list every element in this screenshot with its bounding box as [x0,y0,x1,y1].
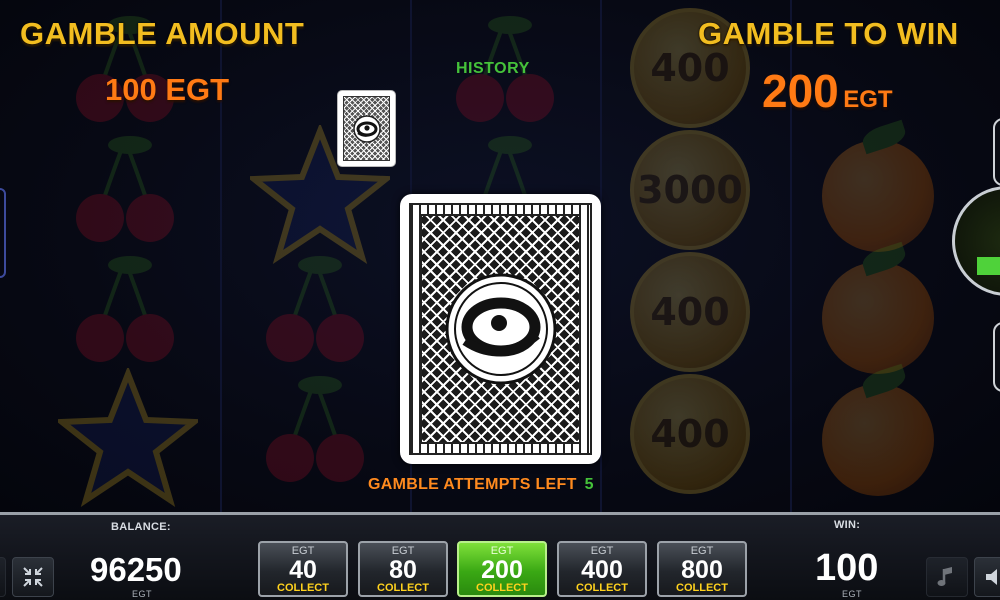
collect-button-label: COLLECT [277,582,329,594]
side-button-glyph [977,257,1000,275]
side-round-button[interactable] [952,186,1000,296]
gamble-card[interactable] [400,194,601,464]
balance-currency: EGT [132,589,153,599]
orange-symbol [822,262,934,374]
music-note-icon [937,567,952,586]
gamble-amount-number: 100 [105,72,157,107]
gamble-amount-currency: EGT [165,72,230,107]
win-currency: EGT [842,589,863,599]
sound-button[interactable] [974,557,1000,597]
egt-swirl-logo-icon [352,114,381,143]
left-edge-button[interactable] [0,188,6,278]
side-button-top[interactable] [993,118,1000,186]
coin-symbol: 400 [630,374,750,494]
gamble-amount-value: 100 EGT [105,72,229,108]
collect-button-value: 200 [481,556,523,584]
collect-button-value: 800 [681,556,723,584]
collect-button-value: 40 [289,556,317,584]
gamble-attempts-label: GAMBLE ATTEMPTS LEFT [368,476,577,493]
fullscreen-button[interactable] [12,557,54,597]
collect-button-value: 80 [389,556,417,584]
card-back-pattern [420,214,581,444]
star-symbol [58,368,198,508]
coin-symbol: 3000 [630,130,750,250]
egt-swirl-logo-icon [445,273,556,385]
history-card [337,90,396,167]
collect-button-value: 400 [581,556,623,584]
side-button-bottom[interactable] [993,322,1000,392]
balance-value: 96250 [90,551,182,588]
collapse-arrows-icon [23,567,43,587]
gamble-screen: 400 3000 400 400 GAMBLE AMOUNT 100 EGT G… [0,0,1000,512]
card-back-pattern [343,96,390,161]
coin-symbol: 400 [630,252,750,372]
win-value: 100 [815,547,879,589]
collect-button-label: COLLECT [377,582,429,594]
gamble-to-win-number: 200 [762,65,839,117]
gamble-attempts: GAMBLE ATTEMPTS LEFT 5 [368,476,594,494]
collect-button-200-active[interactable]: EGT 200 COLLECT [457,541,547,597]
gamble-to-win-currency: EGT [843,86,893,113]
card-border [409,203,592,455]
gamble-amount-label: GAMBLE AMOUNT [20,16,305,51]
speaker-icon [986,569,997,585]
menu-edge-button[interactable] [0,557,6,597]
cherry-symbol [76,136,174,242]
orange-symbol [822,384,934,496]
collect-button-label: COLLECT [476,582,528,594]
collect-button-400[interactable]: EGT 400 COLLECT [557,541,647,597]
collect-button-800[interactable]: EGT 800 COLLECT [657,541,747,597]
history-label: HISTORY [456,60,530,77]
gamble-to-win-label: GAMBLE TO WIN [698,16,959,51]
collect-button-label: COLLECT [576,582,628,594]
collect-button-label: COLLECT [676,582,728,594]
cherry-symbol [76,256,174,362]
collect-button-80[interactable]: EGT 80 COLLECT [358,541,448,597]
music-button[interactable] [926,557,968,597]
gamble-attempts-value: 5 [584,476,594,493]
balance-label: BALANCE: [111,521,171,533]
win-label: WIN: [834,519,861,531]
orange-symbol [822,140,934,252]
cherry-symbol [266,256,364,362]
collect-button-40[interactable]: EGT 40 COLLECT [258,541,348,597]
cherry-symbol [266,376,364,482]
gamble-to-win-value: 200 EGT [762,64,893,118]
